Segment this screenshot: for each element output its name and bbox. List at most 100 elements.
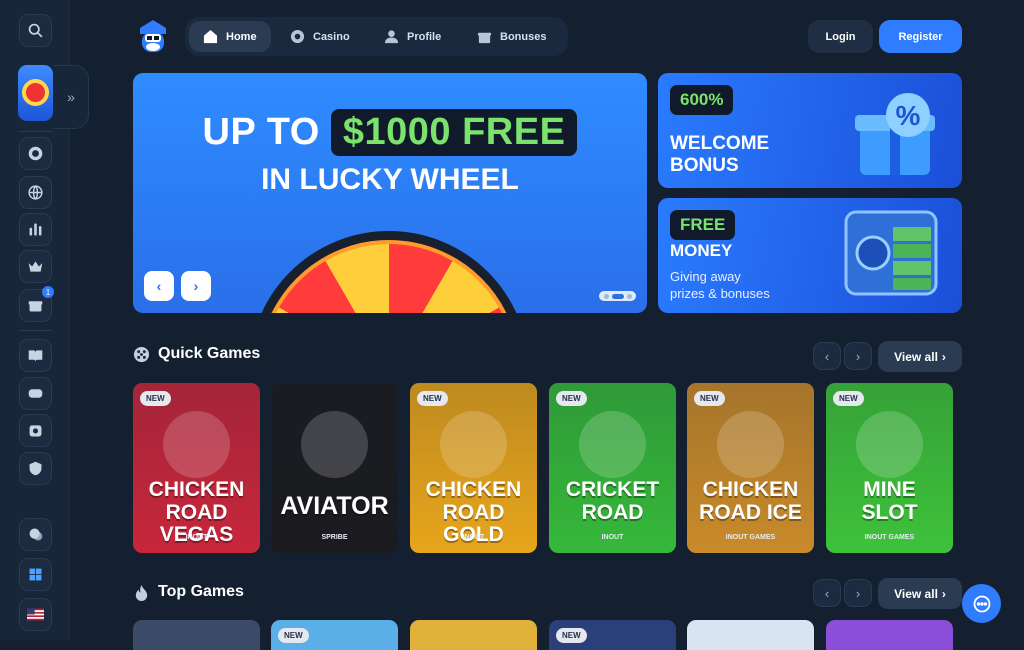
top-games-next-button[interactable]: › [844, 579, 872, 607]
gift-icon[interactable]: 1 [19, 286, 54, 322]
us-flag-icon[interactable] [19, 598, 52, 631]
nav-home[interactable]: Home [189, 21, 271, 52]
hero-banner[interactable]: UP TO $1000 FREE IN LUCKY WHEEL ‹ › [133, 73, 647, 313]
game-card[interactable]: NEW [549, 620, 676, 650]
crown-icon[interactable] [19, 250, 52, 283]
user-icon [384, 30, 399, 44]
new-badge: NEW [417, 391, 448, 406]
game-provider: INOUT [601, 534, 624, 541]
hero-headline: UP TO $1000 FREE [133, 109, 647, 156]
chevron-left-icon: ‹ [156, 278, 162, 294]
home-icon [203, 29, 218, 44]
chevron-right-icon: › [941, 586, 946, 601]
new-badge: NEW [278, 628, 309, 643]
gamepad-icon[interactable] [19, 377, 52, 410]
game-card[interactable]: AVIATOR SPRIBE [271, 383, 398, 553]
sidebar-expand-button[interactable]: » [54, 65, 89, 129]
windows-icon[interactable] [19, 558, 52, 591]
casino-chip-icon [290, 29, 305, 44]
game-card[interactable] [133, 620, 260, 650]
money-safe-illustration [844, 210, 938, 296]
chevron-right-icon: › [855, 348, 861, 364]
game-title-line1: CHICKEN [702, 478, 799, 501]
svg-text:%: % [896, 100, 921, 131]
game-artwork [856, 411, 923, 478]
brand-logo[interactable] [136, 18, 170, 54]
chevron-right-icon: › [941, 349, 946, 364]
game-card[interactable]: NEW CHICKEN ROAD GOLD INOUT [410, 383, 537, 553]
chevron-right-icon: › [855, 585, 861, 601]
chat-bubbles-icon[interactable] [19, 518, 52, 551]
game-card[interactable] [687, 620, 814, 650]
top-games-prev-button[interactable]: ‹ [813, 579, 841, 607]
sidebar-divider [19, 330, 52, 331]
sidebar-divider [19, 131, 52, 132]
game-title-line2: ROAD ICE [699, 501, 802, 524]
gift-icon [477, 32, 492, 44]
notification-badge: 1 [42, 286, 54, 298]
promo-title: MONEY [670, 241, 733, 260]
live-chat-button[interactable] [962, 584, 1001, 623]
game-provider: INOUT GAMES [725, 534, 776, 541]
top-games-heading: Top Games [133, 583, 244, 601]
game-artwork [163, 411, 230, 478]
top-games-view-all-button[interactable]: View all › [878, 578, 962, 609]
register-button[interactable]: Register [879, 20, 962, 53]
flame-icon [135, 584, 148, 601]
book-icon[interactable] [19, 339, 52, 372]
quick-games-view-all-button[interactable]: View all › [878, 341, 962, 372]
carousel-dot[interactable] [626, 293, 632, 299]
game-card[interactable]: NEW MINE SLOT INOUT GAMES [826, 383, 953, 553]
game-provider: INOUT [462, 534, 485, 541]
game-artwork [301, 411, 368, 478]
sidebar-lucky-wheel-promo[interactable] [18, 65, 53, 121]
carousel-dot-active[interactable] [611, 293, 624, 299]
top-games-title: Top Games [158, 583, 244, 600]
search-icon[interactable] [19, 14, 52, 47]
casino-chip-icon[interactable] [19, 137, 52, 170]
nav-bonuses[interactable]: Bonuses [463, 21, 560, 52]
game-card[interactable] [826, 620, 953, 650]
chevron-left-icon: ‹ [824, 348, 830, 364]
nav-profile-label: Profile [407, 30, 442, 43]
promo-tag: FREE [670, 210, 736, 240]
gift-box-illustration: % [855, 93, 935, 175]
game-title-line1: CHICKEN [148, 478, 245, 501]
login-button[interactable]: Login [808, 20, 873, 53]
game-card[interactable]: NEW CHICKEN ROAD VEGAS INOUT [133, 383, 260, 553]
carousel-pagination[interactable] [599, 291, 636, 301]
nav-home-label: Home [226, 30, 257, 43]
nav-casino[interactable]: Casino [276, 21, 364, 52]
game-title-line1: CHICKEN [425, 478, 522, 501]
quick-games-next-button[interactable]: › [844, 342, 872, 370]
new-badge: NEW [694, 391, 725, 406]
game-provider: INOUT [185, 534, 208, 541]
chat-icon [973, 595, 990, 612]
game-artwork [579, 411, 646, 478]
quick-games-prev-button[interactable]: ‹ [813, 342, 841, 370]
game-artwork [717, 411, 784, 478]
hero-prev-button[interactable]: ‹ [144, 271, 174, 301]
game-card[interactable] [410, 620, 537, 650]
hero-next-button[interactable]: › [181, 271, 211, 301]
stats-icon[interactable] [19, 213, 52, 246]
carousel-dot[interactable] [603, 293, 609, 299]
promo-subtitle-line1: Giving away [670, 269, 741, 284]
nav-bonuses-label: Bonuses [500, 30, 547, 43]
game-card[interactable]: NEW CRICKET ROAD INOUT [549, 383, 676, 553]
chevron-left-icon: ‹ [824, 585, 830, 601]
hero-highlight: $1000 FREE [330, 109, 578, 156]
quick-games-heading: Quick Games [133, 345, 260, 363]
shield-icon[interactable] [19, 452, 52, 485]
view-all-label: View all [894, 586, 938, 601]
game-title-line1: AVIATOR [280, 492, 389, 520]
game-title-line1: MINE [863, 478, 916, 501]
new-badge: NEW [833, 391, 864, 406]
nav-profile[interactable]: Profile [370, 21, 455, 52]
game-card[interactable]: NEW [271, 620, 398, 650]
chevron-right-icon: › [193, 278, 199, 294]
vault-icon[interactable] [19, 414, 52, 447]
game-card[interactable]: NEW CHICKEN ROAD ICE INOUT GAMES [687, 383, 814, 553]
game-title-line1: CRICKET [565, 478, 660, 501]
globe-icon[interactable] [19, 176, 52, 209]
